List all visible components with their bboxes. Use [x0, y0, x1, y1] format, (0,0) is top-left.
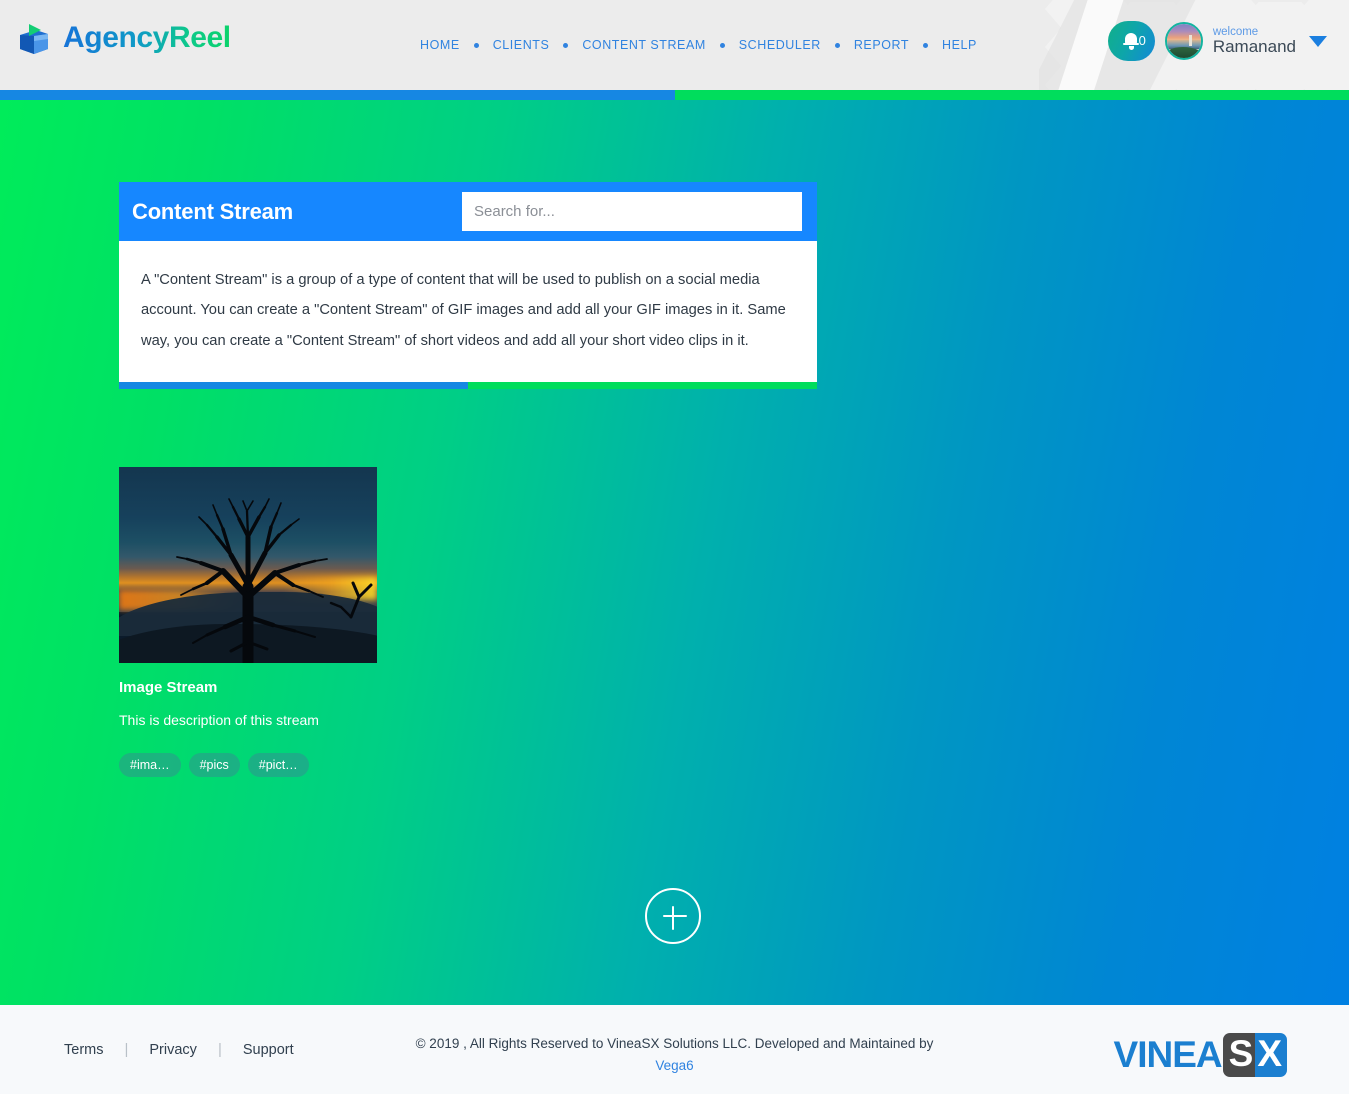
info-card-body: A "Content Stream" is a group of a type …: [119, 241, 817, 382]
add-stream-button[interactable]: [645, 888, 701, 944]
nav-separator-dot-icon: [923, 43, 928, 48]
avatar[interactable]: [1165, 22, 1203, 60]
vineasx-logo-vinea: VINEA: [1114, 1034, 1222, 1076]
footer-link-terms[interactable]: Terms: [64, 1042, 103, 1058]
stream-card[interactable]: Image Stream This is description of this…: [119, 467, 377, 777]
bell-icon: [1123, 33, 1140, 50]
vega6-link[interactable]: Vega6: [655, 1058, 693, 1073]
notifications-button[interactable]: 0: [1108, 21, 1155, 61]
user-area: 0 welcome Ramanand: [1108, 21, 1327, 61]
stream-list: Image Stream This is description of this…: [119, 467, 1219, 777]
stream-tag[interactable]: #pict…: [248, 753, 309, 777]
vineasx-logo-x: X: [1255, 1033, 1287, 1077]
stream-name: Image Stream: [119, 679, 377, 696]
nav-separator-dot-icon: [474, 43, 479, 48]
footer-link-privacy[interactable]: Privacy: [149, 1042, 197, 1058]
info-card-header: Content Stream: [119, 182, 817, 241]
page-root: AgencyReel HOME CLIENTS CONTENT STREAM S…: [0, 0, 1349, 1094]
accent-bar-green-segment: [675, 90, 1349, 100]
logo-wordmark: AgencyReel: [63, 21, 231, 55]
user-name: Ramanand: [1213, 38, 1296, 56]
site-footer: Terms | Privacy | Support © 2019 , All R…: [0, 1005, 1349, 1094]
info-card-accent-bar: [119, 382, 817, 389]
nav-item-scheduler[interactable]: SCHEDULER: [739, 38, 821, 52]
stream-description: This is description of this stream: [119, 712, 377, 728]
notification-count-badge: 0: [1139, 33, 1146, 48]
nav-separator-dot-icon: [720, 43, 725, 48]
copyright-text: © 2019 , All Rights Reserved to VineaSX …: [416, 1036, 934, 1051]
content-stream-info-card: Content Stream A "Content Stream" is a g…: [119, 182, 817, 389]
nav-item-clients[interactable]: CLIENTS: [493, 38, 550, 52]
nav-separator-dot-icon: [563, 43, 568, 48]
nav-item-report[interactable]: REPORT: [854, 38, 909, 52]
site-logo[interactable]: AgencyReel: [14, 18, 231, 58]
site-header: AgencyReel HOME CLIENTS CONTENT STREAM S…: [0, 0, 1349, 90]
nav-item-help[interactable]: HELP: [942, 38, 977, 52]
header-accent-bar: [0, 90, 1349, 100]
search-input[interactable]: [462, 192, 802, 231]
info-description-text: A "Content Stream" is a group of a type …: [141, 265, 795, 356]
play-card-logo-icon: [14, 18, 54, 58]
footer-links: Terms | Privacy | Support: [64, 1041, 294, 1058]
stream-tag-list: #ima… #pics #pict…: [119, 753, 377, 777]
footer-link-support[interactable]: Support: [243, 1042, 294, 1058]
main-content: Content Stream A "Content Stream" is a g…: [0, 100, 1349, 1005]
card-accent-blue-segment: [119, 382, 468, 389]
card-accent-green-segment: [468, 382, 817, 389]
main-navigation: HOME CLIENTS CONTENT STREAM SCHEDULER RE…: [420, 38, 977, 52]
footer-separator: |: [124, 1041, 128, 1058]
nav-separator-dot-icon: [835, 43, 840, 48]
footer-separator: |: [218, 1041, 222, 1058]
vineasx-logo: VINEA S X: [1114, 1033, 1287, 1077]
stream-tag[interactable]: #ima…: [119, 753, 181, 777]
nav-item-content-stream[interactable]: CONTENT STREAM: [582, 38, 705, 52]
chevron-down-icon[interactable]: [1309, 36, 1327, 47]
nav-item-home[interactable]: HOME: [420, 38, 460, 52]
accent-bar-blue-segment: [0, 90, 675, 100]
stream-tag[interactable]: #pics: [189, 753, 240, 777]
vineasx-logo-s: S: [1223, 1033, 1256, 1077]
stream-thumbnail[interactable]: [119, 467, 377, 663]
user-greeting: welcome Ramanand: [1213, 26, 1296, 56]
page-title: Content Stream: [132, 199, 462, 225]
